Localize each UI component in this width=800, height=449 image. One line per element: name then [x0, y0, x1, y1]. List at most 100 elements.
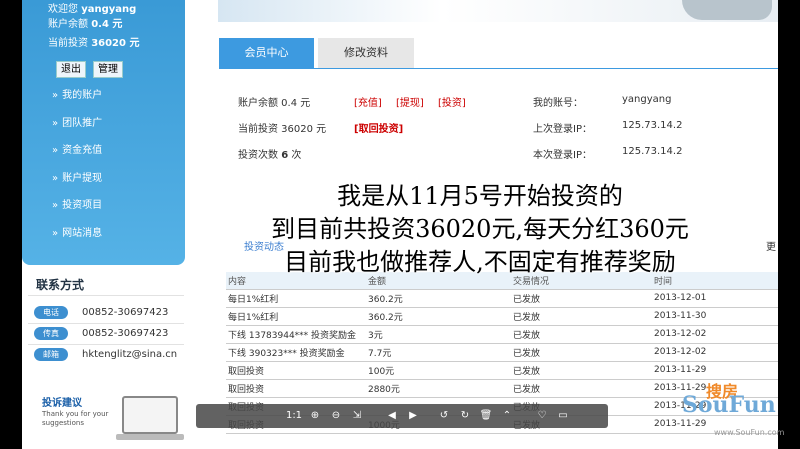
sidebar-item-deposit[interactable]: » 资金充值: [52, 141, 102, 169]
table-row: 取回投资 100元 已发放 2013-11-29: [226, 361, 778, 380]
username: yangyang: [81, 4, 137, 15]
bullet-icon: »: [52, 200, 59, 212]
soufun-watermark: 搜房 SouFun www.SouFun.com: [680, 380, 790, 440]
table-row: 每日1%红利 360.2元 已发放 2013-12-01: [226, 289, 778, 308]
logout-button[interactable]: 退出: [56, 61, 86, 78]
cell-time: 2013-12-01: [652, 289, 778, 308]
cell-status: 已发放: [511, 307, 652, 326]
cell-status: 已发放: [511, 379, 652, 398]
laptop-icon: [116, 396, 184, 440]
page-frame: 欢迎您 yangyang 账户余额 0.4 元 当前投资 36020 元 退出 …: [22, 0, 778, 449]
table-row: 下线 390323*** 投资奖励金 7.7元 已发放 2013-12-02: [226, 343, 778, 362]
tab-member-center[interactable]: 会员中心: [219, 38, 314, 68]
this-ip-value: 125.73.14.2: [622, 146, 683, 157]
bullet-icon: »: [52, 145, 59, 157]
sidebar-item-withdraw[interactable]: » 账户提现: [52, 169, 102, 197]
cell-content: 下线 13783944*** 投资奖励金: [226, 325, 366, 344]
contact-title: 联系方式: [36, 278, 85, 292]
cell-time: 2013-12-02: [652, 343, 778, 362]
cell-time: 2013-11-30: [652, 307, 778, 326]
caption-line-3: 目前我也做推荐人,不固定有推荐奖励: [284, 248, 676, 276]
zoom-in-icon[interactable]: ⊕: [305, 409, 325, 423]
cell-content: 每日1%红利: [226, 289, 366, 308]
phone-tag: 电话: [34, 306, 68, 319]
menu-label: 资金充值: [62, 145, 103, 157]
sidebar-item-messages[interactable]: » 网站消息: [52, 224, 102, 252]
menu-label: 账户提现: [62, 172, 103, 184]
cell-amount: 360.2元: [366, 307, 511, 326]
table-row: 每日1%红利 360.2元 已发放 2013-11-30: [226, 307, 778, 326]
cell-time: 2013-11-29: [652, 361, 778, 380]
withdraw-investment-link[interactable]: [取回投资]: [354, 120, 403, 135]
cell-content: 取回投资: [226, 379, 366, 398]
cell-status: 已发放: [511, 289, 652, 308]
count-value: 6: [281, 150, 289, 161]
feedback-title: 投诉建议: [42, 398, 82, 409]
cell-status: 已发放: [511, 325, 652, 344]
account-balance: 账户余额 0.4 元: [238, 98, 311, 109]
cell-content: 每日1%红利: [226, 307, 366, 326]
bullet-icon: »: [52, 172, 59, 184]
cell-content: 下线 390323*** 投资奖励金: [226, 343, 366, 362]
feedback-subtitle: Thank you for your suggestions: [42, 410, 109, 427]
current-investment: 当前投资 36020 元: [238, 124, 327, 135]
account-value: yangyang: [622, 94, 672, 105]
cell-status: 已发放: [511, 361, 652, 380]
account-label: 我的账号：: [533, 98, 583, 109]
rotate-right-icon[interactable]: ↻: [455, 409, 475, 423]
cell-content: 取回投资: [226, 361, 366, 380]
delete-icon[interactable]: 🗑: [476, 409, 496, 423]
balance-label: 账户余额: [48, 19, 88, 30]
count-unit: 次: [291, 150, 302, 161]
count-label: 投资次数: [238, 150, 278, 161]
email-tag: 邮箱: [34, 348, 68, 361]
menu-label: 投资项目: [62, 200, 103, 212]
more-icon[interactable]: ▭: [553, 409, 573, 423]
cell-amount: 360.2元: [366, 289, 511, 308]
next-icon[interactable]: ▶: [403, 409, 423, 423]
contact-email: 邮箱 hktenglitz@sina.cn: [34, 348, 177, 361]
watermark-logo: SouFun: [682, 392, 776, 418]
investment-count: 投资次数 6 次: [238, 146, 301, 161]
cell-amount: 3元: [366, 325, 511, 344]
cell-status: 已发放: [511, 343, 652, 362]
welcome-line: 欢迎您 yangyang: [48, 0, 136, 15]
actual-size-icon[interactable]: 1:1: [284, 409, 304, 423]
fax-value: 00852-30697423: [82, 328, 169, 339]
sidebar-item-my-account[interactable]: » 我的账户: [52, 86, 102, 114]
balance-value: 0.4 元: [91, 19, 123, 30]
investment-line: 当前投资 36020 元: [48, 34, 139, 49]
this-ip-label: 本次登录IP：: [533, 150, 592, 161]
tab-edit-profile[interactable]: 修改资料: [318, 38, 414, 68]
caption-line-1: 我是从11月5号开始投资的: [337, 182, 623, 210]
welcome-text: 欢迎您: [48, 4, 78, 15]
invest-link[interactable]: [投资]: [438, 94, 466, 109]
cell-time: 2013-12-02: [652, 325, 778, 344]
caption-line-2: 到目前共投资36020元,每天分红360元: [271, 215, 689, 243]
rotate-left-icon[interactable]: ↺: [434, 409, 454, 423]
bullet-icon: »: [52, 227, 59, 239]
up-icon[interactable]: ⌃: [497, 409, 517, 423]
sidebar: 欢迎您 yangyang 账户余额 0.4 元 当前投资 36020 元 退出 …: [22, 0, 185, 265]
bullet-icon: »: [52, 117, 59, 129]
heart-icon[interactable]: ♡: [532, 409, 552, 423]
table-row: 下线 13783944*** 投资奖励金 3元 已发放 2013-12-02: [226, 325, 778, 344]
fax-tag: 传真: [34, 327, 68, 340]
investment-value: 36020 元: [91, 38, 140, 49]
bullet-icon: »: [52, 90, 59, 101]
sidebar-item-team[interactable]: » 团队推广: [52, 114, 102, 142]
fit-icon[interactable]: ⇲: [347, 409, 367, 423]
tab-underline: [219, 68, 778, 69]
manage-button[interactable]: 管理: [93, 61, 123, 78]
zoom-out-icon[interactable]: ⊖: [326, 409, 346, 423]
previous-icon[interactable]: ◀: [382, 409, 402, 423]
sidebar-item-projects[interactable]: » 投资项目: [52, 196, 102, 224]
sidebar-menu: » 我的账户 » 团队推广 » 资金充值 » 账户提现 » 投资项目 » 网站消息: [52, 86, 102, 252]
feedback-banner[interactable]: 投诉建议 Thank you for your suggestions: [26, 388, 186, 444]
investment-label: 当前投资: [48, 38, 88, 49]
divider: [28, 344, 184, 345]
contact-fax: 传真 00852-30697423: [34, 327, 168, 340]
withdraw-link[interactable]: [提现]: [396, 94, 424, 109]
deposit-link[interactable]: [充值]: [354, 94, 382, 109]
email-value[interactable]: hktenglitz@sina.cn: [82, 349, 177, 360]
